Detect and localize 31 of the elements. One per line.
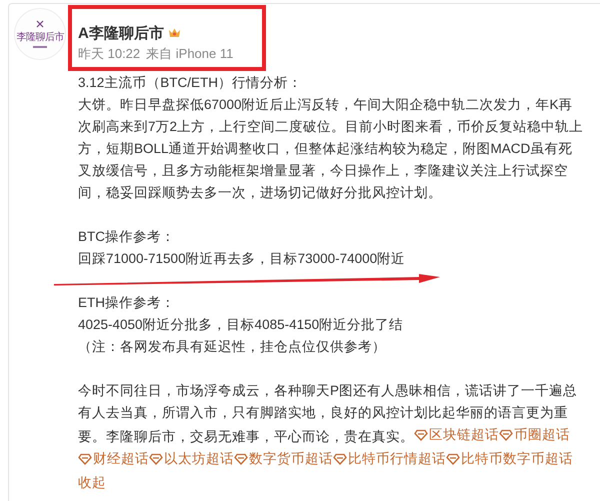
diamond-icon: [499, 429, 513, 441]
diamond-icon: [234, 453, 248, 465]
topic-link[interactable]: 财经超话: [78, 448, 149, 470]
topic-link[interactable]: 比特币数字币超话: [446, 448, 573, 470]
avatar-label: 李隆聊后市: [16, 30, 64, 44]
diamond-icon: [446, 453, 460, 465]
post-time[interactable]: 昨天 10:22: [78, 45, 140, 63]
avatar[interactable]: 李隆聊后市: [14, 8, 66, 60]
dash-icon: [33, 46, 47, 48]
topic-link[interactable]: 币圈超话: [499, 424, 570, 446]
diamond-icon: [414, 429, 428, 441]
author-name[interactable]: A李隆聊后市: [78, 24, 164, 42]
diamond-icon: [78, 453, 92, 465]
post-text: 3.12主流币（BTC/ETH）行情分析：: [78, 74, 304, 92]
topic-link[interactable]: 区块链超话: [414, 424, 499, 446]
post-text: 回踩71000-71500附近再去多，目标73000-74000附近: [78, 250, 406, 268]
diamond-icon: [149, 453, 163, 465]
post-source: 来自 iPhone 11: [146, 45, 234, 63]
post-text: 今时不同往日，市场浮夸成云，各种聊天P图还有人愚昧相信，谎话讲了一千遍总有人去当真，所谓入市，只有脚踏实地，良好的风控计划比起华丽的语言更为重要。李隆聊后市，交易无难事，平心而论，贵在真实。 区块链超话 币圈超话 财经超话 以太坊超话 数字货币超话 比特币行情超话 比特币数字币超话: [78, 380, 584, 472]
crown-icon: [168, 27, 181, 39]
topic-link[interactable]: 数字货币超话: [234, 448, 333, 470]
topic-link[interactable]: 比特币行情超话: [333, 448, 446, 470]
logo-icon: [36, 20, 44, 28]
post-text: （注：各网发布具有延迟性，挂仓点位仅供参考）: [78, 338, 387, 356]
topic-link[interactable]: 以太坊超话: [149, 448, 234, 470]
diamond-icon: [333, 453, 347, 465]
post-text: BTC操作参考：: [78, 228, 176, 246]
post-text: ETH操作参考：: [78, 294, 176, 312]
collapse-link[interactable]: 收起: [78, 472, 106, 494]
post-text: 4025-4050附近分批多，目标4085-4150附近分批了结: [78, 316, 404, 334]
post-text: 大饼。昨日早盘探低67000附近后止泻反转，午间大阳企稳中轨二次发力，年K再次刷高来到7万2上方，上行空间二度破位。目前小时图来看，币价反复站稳中轨上方，短期BOLL通道开始调整收口，但整体起涨结构较为稳定，附图MACD虽有死叉放缓信号，且多方动能框架增量显著，今日操作上，李隆建议关注上行试探空间，稳妥回踩顺势去多一次，进场切记做好分批风控计划。: [78, 96, 584, 202]
